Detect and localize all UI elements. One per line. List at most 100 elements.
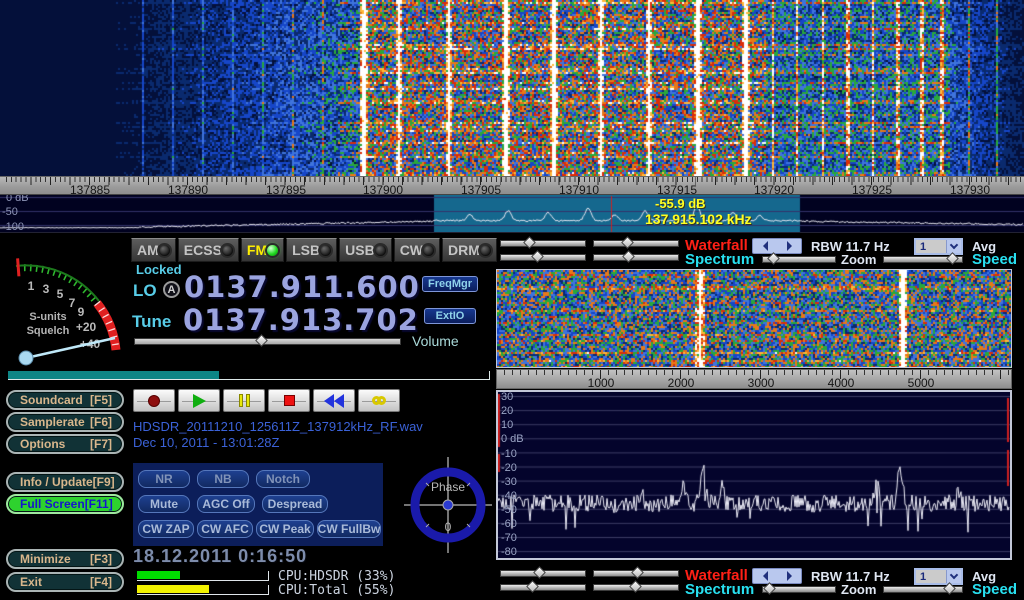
avg-combobox[interactable]: 1 bbox=[914, 238, 963, 255]
speed-slider[interactable] bbox=[883, 586, 963, 593]
stop-icon bbox=[284, 395, 295, 406]
mode-drm[interactable]: DRM bbox=[442, 238, 497, 262]
exit-button[interactable]: Exit [F4] bbox=[6, 572, 124, 592]
cw-zap-button[interactable]: CW ZAP bbox=[138, 520, 194, 538]
rewind-icon bbox=[334, 394, 344, 408]
band-nav-buttons[interactable] bbox=[752, 568, 802, 584]
mode-led bbox=[159, 245, 170, 256]
frequency-ruler[interactable]: 137885 137890 137895 137900 137905 13791… bbox=[0, 176, 1024, 195]
lock-badge[interactable]: A bbox=[163, 281, 180, 298]
minimize-button[interactable]: Minimize [F3] bbox=[6, 549, 124, 569]
slider-thumb[interactable] bbox=[622, 236, 635, 249]
rx-spectrum[interactable] bbox=[498, 392, 1010, 558]
samplerate-button[interactable]: Samplerate [F6] bbox=[6, 412, 124, 432]
waterfall-brightness-slider[interactable] bbox=[500, 240, 586, 247]
main-waterfall[interactable] bbox=[0, 0, 1024, 176]
mode-am[interactable]: AM bbox=[131, 238, 176, 262]
spectrum-brightness-slider[interactable] bbox=[500, 254, 586, 261]
button-label: Exit bbox=[20, 575, 42, 589]
db-scale-label: -80 bbox=[501, 546, 517, 558]
spectrum-brightness-slider[interactable] bbox=[500, 584, 586, 591]
squelch-marker[interactable] bbox=[18, 258, 19, 276]
mode-led bbox=[480, 245, 491, 256]
axis-label: 3000 bbox=[736, 376, 786, 390]
agc-button[interactable]: AGC Off bbox=[197, 495, 255, 513]
display-controls-bottom: Waterfall RBW 11.7 Hz 1 Avg Spectrum Zoo… bbox=[495, 566, 1024, 598]
overview-spectrum-canvas[interactable] bbox=[0, 195, 1024, 233]
record-button[interactable] bbox=[133, 389, 175, 412]
recording-filename: HDSDR_20111210_125611Z_137912kHz_RF.wav bbox=[133, 419, 423, 434]
notch-button[interactable]: Notch bbox=[256, 470, 310, 488]
slider-thumb[interactable] bbox=[622, 250, 635, 263]
rewind-button[interactable] bbox=[313, 389, 355, 412]
freqmgr-button[interactable]: FreqMgr bbox=[422, 276, 478, 292]
band-nav-buttons[interactable] bbox=[752, 238, 802, 254]
overview-spectrum[interactable]: 0 dB -50 -100 -55.9 dB 137.915.102 kHz bbox=[0, 195, 1024, 233]
db-scale-label: -70 bbox=[501, 532, 517, 544]
waterfall-brightness-slider[interactable] bbox=[500, 570, 586, 577]
slider-thumb[interactable] bbox=[526, 580, 539, 593]
combo-drop-button[interactable] bbox=[946, 570, 961, 583]
mode-usb[interactable]: USB bbox=[339, 238, 392, 262]
smeter-scale-label: 7 bbox=[69, 296, 76, 310]
extio-button[interactable]: ExtIO bbox=[424, 308, 476, 324]
cw-peak-button[interactable]: CW Peak bbox=[256, 520, 314, 538]
button-label: Info / Update bbox=[20, 475, 93, 489]
mode-lsb[interactable]: LSB bbox=[286, 238, 337, 262]
rx-frequency-axis[interactable]: 1000 2000 3000 4000 5000 bbox=[496, 369, 1012, 389]
zoom-slider[interactable] bbox=[762, 586, 836, 593]
despread-button[interactable]: Despread bbox=[262, 495, 328, 513]
tune-frequency-display[interactable]: 0137.913.702 bbox=[183, 303, 419, 337]
info-update-button[interactable]: Info / Update [F9] bbox=[6, 472, 124, 492]
soundcard-button[interactable]: Soundcard [F5] bbox=[6, 390, 124, 410]
slider-thumb[interactable] bbox=[767, 252, 780, 265]
cw-fullbw-button[interactable]: CW FullBw bbox=[317, 520, 381, 538]
slider-thumb[interactable] bbox=[523, 236, 536, 249]
loop-icon bbox=[377, 396, 386, 405]
lo-label: LO bbox=[133, 281, 157, 301]
db-scale-label: -60 bbox=[501, 518, 517, 530]
slider-thumb[interactable] bbox=[533, 566, 546, 579]
phase-scope: Phase 0 bbox=[402, 455, 494, 555]
slider-thumb[interactable] bbox=[763, 582, 776, 595]
play-button[interactable] bbox=[178, 389, 220, 412]
button-hotkey: [F11] bbox=[85, 497, 113, 511]
mode-cw[interactable]: CW bbox=[394, 238, 440, 262]
prev-arrow-icon[interactable] bbox=[763, 571, 768, 581]
db-scale-label: -20 bbox=[501, 462, 517, 474]
cursor-frequency-readout: 137.915.102 kHz bbox=[645, 211, 752, 227]
lo-frequency-display[interactable]: 0137.911.600 bbox=[184, 270, 420, 304]
options-button[interactable]: Options [F7] bbox=[6, 434, 124, 454]
waterfall-contrast-slider[interactable] bbox=[593, 570, 679, 577]
spectrum-contrast-slider[interactable] bbox=[593, 254, 679, 261]
volume-slider[interactable] bbox=[134, 338, 401, 345]
slider-thumb[interactable] bbox=[531, 250, 544, 263]
stop-button[interactable] bbox=[268, 389, 310, 412]
rx-waterfall[interactable] bbox=[497, 270, 1011, 367]
slider-thumb[interactable] bbox=[629, 580, 642, 593]
nr-button[interactable]: NR bbox=[138, 470, 190, 488]
s-meter[interactable]: 1 3 5 7 9 +20 +40 S-units Squelch bbox=[2, 246, 128, 370]
next-arrow-icon[interactable] bbox=[787, 571, 792, 581]
waterfall-contrast-slider[interactable] bbox=[593, 240, 679, 247]
mute-button[interactable]: Mute bbox=[138, 495, 190, 513]
db-scale-label: -10 bbox=[501, 448, 517, 460]
speed-slider[interactable] bbox=[883, 256, 963, 263]
pause-button[interactable] bbox=[223, 389, 265, 412]
nb-button[interactable]: NB bbox=[197, 470, 249, 488]
cursor-db-readout: -55.9 dB bbox=[655, 196, 706, 211]
mode-ecss[interactable]: ECSS bbox=[178, 238, 239, 262]
fullscreen-button[interactable]: Full Screen [F11] bbox=[6, 494, 124, 514]
combo-drop-button[interactable] bbox=[946, 240, 961, 253]
avg-combobox[interactable]: 1 bbox=[914, 568, 963, 585]
prev-arrow-icon[interactable] bbox=[763, 241, 768, 251]
cw-afc-button[interactable]: CW AFC bbox=[197, 520, 253, 538]
zoom-slider[interactable] bbox=[762, 256, 836, 263]
squelch-level-bar[interactable] bbox=[8, 371, 490, 380]
slider-thumb[interactable] bbox=[631, 566, 644, 579]
rewind-icon bbox=[324, 394, 334, 408]
loop-button[interactable] bbox=[358, 389, 400, 412]
spectrum-contrast-slider[interactable] bbox=[593, 584, 679, 591]
next-arrow-icon[interactable] bbox=[787, 241, 792, 251]
mode-fm[interactable]: FM bbox=[241, 238, 284, 262]
